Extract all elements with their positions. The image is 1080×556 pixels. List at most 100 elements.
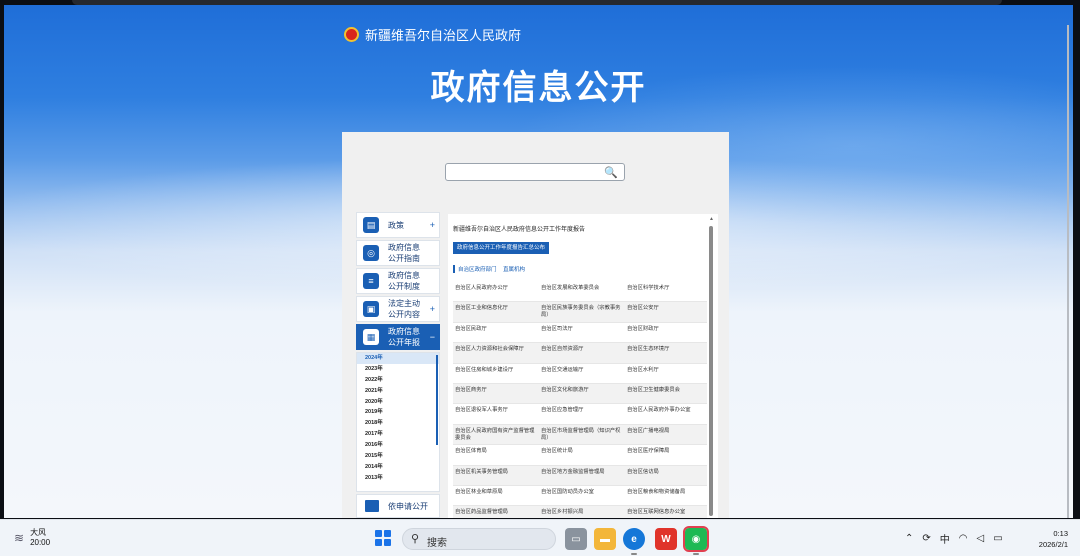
department-link[interactable]: 自治区商务厅	[453, 383, 539, 405]
start-button[interactable]	[375, 530, 391, 546]
scroll-up-icon[interactable]: ▲	[709, 216, 714, 222]
sidebar-item-guide[interactable]: ◎ 政府信息公开指南	[356, 240, 440, 266]
expand-icon[interactable]: +	[430, 304, 435, 314]
department-link[interactable]: 自治区自然资源厅	[539, 343, 625, 364]
list-icon: ≡	[363, 273, 379, 289]
department-link[interactable]: 自治区信访局	[625, 465, 707, 486]
windows-logo-icon	[383, 530, 391, 538]
department-tabs: 自治区政府部门 直属机构	[453, 265, 530, 273]
department-link[interactable]: 自治区应急管理厅	[539, 404, 625, 425]
year-item[interactable]: 2022年	[357, 375, 439, 386]
department-link[interactable]: 自治区民政厅	[453, 323, 539, 344]
department-link[interactable]: 自治区互联网信息办公室	[625, 506, 707, 518]
department-link[interactable]: 自治区体育局	[453, 445, 539, 466]
department-link[interactable]: 自治区人力资源和社会保障厅	[453, 343, 539, 364]
department-link[interactable]: 自治区林业和草原局	[453, 486, 539, 507]
department-link[interactable]: 自治区退役军人事务厅	[453, 404, 539, 425]
screen: 新疆维吾尔自治区人民政府 政府信息公开 🔍 ▤ 政策 + ◎ 政府信息公开指南 …	[0, 0, 1080, 556]
department-link[interactable]: 自治区药品监督管理局	[453, 506, 539, 518]
department-link[interactable]: 自治区财政厅	[625, 323, 707, 344]
weather-widget[interactable]: ≋ 大风 20:00	[14, 528, 50, 548]
national-emblem-icon	[344, 27, 359, 42]
taskbar: ≋ 大风 20:00 ⚲ 搜索 ▭ ▬ e W ◉ ⌃ ⟳ 中 ◠ ◁ ▭ 0:…	[0, 519, 1080, 556]
department-link[interactable]: 自治区人民政府办公厅	[453, 282, 539, 303]
collapse-icon[interactable]: −	[430, 332, 435, 342]
search-input[interactable]: 🔍	[445, 163, 625, 181]
sidebar-item-apply-disclosure[interactable]: 依申请公开	[356, 494, 440, 518]
expand-icon[interactable]: +	[430, 220, 435, 230]
folder-app-icon[interactable]: ▬	[594, 528, 616, 550]
sync-icon[interactable]: ⟳	[922, 533, 930, 544]
department-link[interactable]: 自治区工业和信息化厅	[453, 302, 539, 323]
search-icon[interactable]: 🔍	[604, 166, 618, 179]
year-item[interactable]: 2024年	[357, 353, 439, 364]
department-link[interactable]: 自治区公安厅	[625, 302, 707, 323]
department-link[interactable]: 自治区交通运输厅	[539, 364, 625, 384]
system-clock[interactable]: 0:13 2026/2/1	[1039, 528, 1068, 550]
department-link[interactable]: 自治区民族事务委员会（宗教事务局）	[539, 302, 625, 323]
scrollbar-thumb[interactable]	[709, 226, 713, 516]
ime-indicator[interactable]: 中	[940, 531, 950, 546]
department-link[interactable]: 自治区生态环境厅	[625, 343, 707, 364]
summary-button[interactable]: 政府信息公开工作年度报告汇总公布	[453, 242, 550, 254]
wps-office-icon[interactable]: W	[655, 528, 677, 550]
sidebar-item-policy[interactable]: ▤ 政策 +	[356, 212, 440, 238]
department-link[interactable]: 自治区统计局	[539, 445, 625, 466]
sidebar-item-annual-report[interactable]: ▦ 政府信息公开年报 −	[356, 324, 440, 350]
weather-time: 20:00	[30, 538, 51, 547]
department-link[interactable]: 自治区机关事务管理局	[453, 465, 539, 486]
department-link[interactable]: 自治区市场监督管理局（知识产权局）	[539, 424, 625, 446]
sidebar-item-rules[interactable]: ≡ 政府信息公开制度	[356, 268, 440, 294]
sidebar: ▤ 政策 + ◎ 政府信息公开指南 ≡ 政府信息公开制度 ▣ 法定主动公开内容 …	[356, 212, 440, 518]
page-title: 政府信息公开	[430, 69, 647, 107]
volume-icon[interactable]: ◁	[977, 533, 985, 544]
chevron-up-icon[interactable]: ⌃	[905, 533, 913, 544]
department-link[interactable]: 自治区司法厅	[539, 323, 625, 344]
department-link[interactable]: 自治区发展和改革委员会	[539, 282, 625, 303]
wechat-icon[interactable]: ◉	[683, 526, 709, 552]
tab-gov-departments[interactable]: 自治区政府部门	[458, 267, 497, 273]
department-link[interactable]: 自治区水利厅	[625, 364, 707, 384]
department-link[interactable]: 自治区人民政府外事办公室	[625, 404, 707, 425]
sidebar-item-label: 依申请公开	[388, 501, 428, 511]
battery-icon[interactable]: ▭	[993, 533, 1002, 544]
department-link[interactable]: 自治区粮食和物资储备局	[625, 486, 707, 507]
year-item[interactable]: 2023年	[357, 364, 439, 375]
scrollbar[interactable]: ▲	[707, 214, 715, 518]
department-link[interactable]: 自治区乡村振兴局	[539, 506, 625, 518]
sidebar-item-statutory[interactable]: ▣ 法定主动公开内容 +	[356, 296, 440, 322]
department-link[interactable]: 自治区人民政府国有资产监督管理委员会	[453, 424, 539, 446]
department-link[interactable]: 自治区医疗保障局	[625, 445, 707, 466]
sidebar-item-label: 政府信息公开制度	[388, 271, 420, 291]
system-tray: ⌃ ⟳ 中 ◠ ◁ ▭	[905, 531, 1003, 546]
report-list: 新疆维吾尔自治区人民政府信息公开工作年度报告 政府信息公开工作年度报告汇总公布 …	[448, 214, 718, 518]
scrollbar-thumb[interactable]	[436, 355, 438, 445]
book-icon	[365, 500, 379, 512]
year-item[interactable]: 2021年	[357, 386, 439, 397]
year-item[interactable]: 2018年	[357, 418, 439, 429]
tab-affiliated-agencies[interactable]: 直属机构	[503, 267, 525, 273]
year-item[interactable]: 2019年	[357, 407, 439, 418]
department-link[interactable]: 自治区国防动员办公室	[539, 486, 625, 507]
department-link[interactable]: 自治区地方金融监督管理局	[539, 465, 625, 486]
file-manager-app-icon[interactable]: ▭	[565, 528, 587, 550]
year-item[interactable]: 2013年	[357, 473, 439, 484]
taskbar-search[interactable]: ⚲ 搜索	[402, 528, 556, 550]
page-scrollbar[interactable]	[1067, 25, 1069, 518]
sidebar-item-label: 法定主动公开内容	[388, 299, 420, 319]
site-brand[interactable]: 新疆维吾尔自治区人民政府	[344, 25, 521, 44]
department-link[interactable]: 自治区科学技术厅	[625, 282, 707, 303]
year-item[interactable]: 2015年	[357, 451, 439, 462]
department-link[interactable]: 自治区文化和旅游厅	[539, 383, 625, 405]
active-indicator	[693, 553, 699, 555]
edge-browser-icon[interactable]: e	[623, 528, 645, 550]
department-link[interactable]: 自治区住房和城乡建设厅	[453, 364, 539, 384]
department-link[interactable]: 自治区卫生健康委员会	[625, 383, 707, 405]
year-item[interactable]: 2017年	[357, 429, 439, 440]
year-item[interactable]: 2016年	[357, 440, 439, 451]
department-link[interactable]: 自治区广播电视局	[625, 424, 707, 446]
year-item[interactable]: 2020年	[357, 397, 439, 408]
year-item[interactable]: 2014年	[357, 462, 439, 473]
report-icon: ▦	[363, 329, 379, 345]
wifi-icon[interactable]: ◠	[959, 533, 968, 544]
